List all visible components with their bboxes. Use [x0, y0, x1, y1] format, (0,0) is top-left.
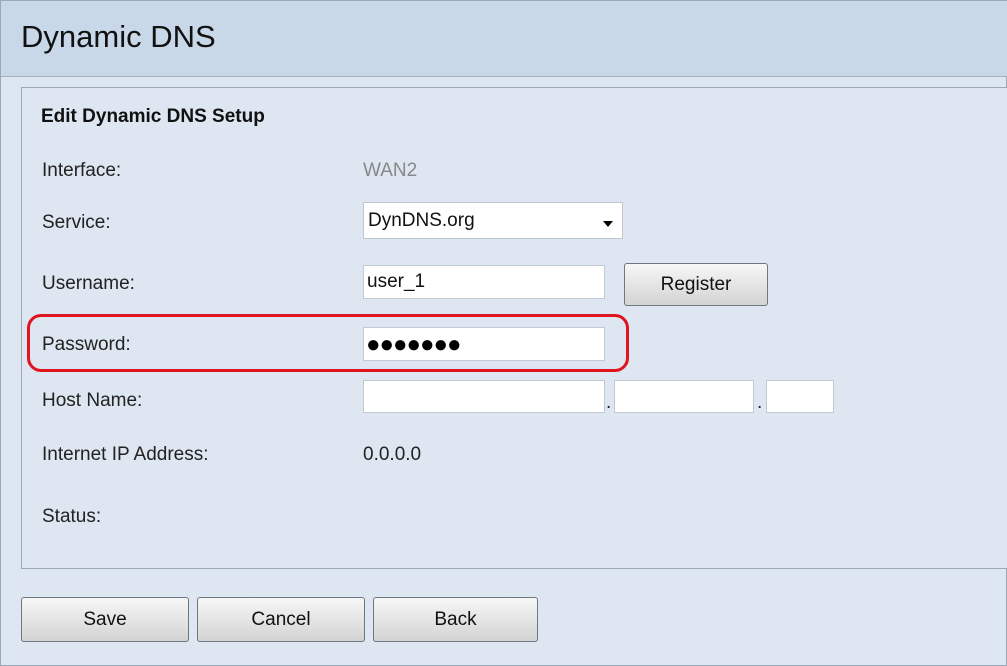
chevron-down-icon: [603, 221, 613, 227]
page-frame: Dynamic DNS Edit Dynamic DNS Setup Inter…: [0, 0, 1007, 666]
cancel-button[interactable]: Cancel: [197, 597, 365, 642]
username-input-value: user_1: [367, 271, 426, 292]
username-input[interactable]: user_1: [363, 265, 605, 299]
service-selected-value: DynDNS.org: [368, 210, 475, 231]
password-highlight-outline: [27, 314, 629, 372]
title-bar: Dynamic DNS: [1, 1, 1007, 77]
service-select[interactable]: DynDNS.org: [363, 202, 623, 239]
username-label: Username:: [42, 273, 135, 294]
page-title: Dynamic DNS: [21, 19, 216, 54]
host-name-input-2[interactable]: [614, 380, 754, 413]
status-label: Status:: [42, 506, 102, 527]
internet-ip-label: Internet IP Address:: [42, 444, 209, 465]
save-button[interactable]: Save: [21, 597, 189, 642]
interface-value: WAN2: [363, 160, 418, 181]
host-name-label: Host Name:: [42, 390, 143, 411]
interface-label: Interface:: [42, 160, 122, 181]
host-name-input-1[interactable]: [363, 380, 605, 413]
host-name-input-3[interactable]: [766, 380, 834, 413]
host-name-separator-2: .: [757, 392, 763, 413]
section-title: Edit Dynamic DNS Setup: [41, 106, 265, 127]
back-button[interactable]: Back: [373, 597, 538, 642]
register-button[interactable]: Register: [624, 263, 768, 306]
host-name-separator-1: .: [606, 392, 612, 413]
service-label: Service:: [42, 212, 111, 233]
internet-ip-value: 0.0.0.0: [363, 444, 422, 465]
